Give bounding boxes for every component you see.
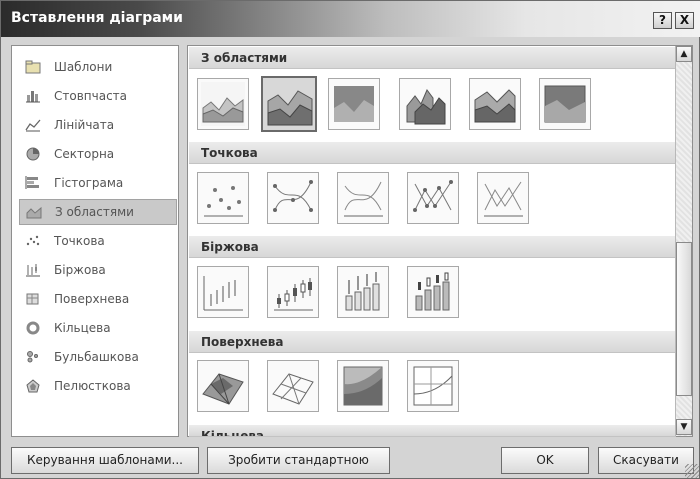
wireframe-contour-thumb[interactable] xyxy=(407,360,459,412)
manage-templates-button[interactable]: Керування шаблонами... xyxy=(11,447,199,474)
bubble-chart-icon xyxy=(24,349,42,365)
close-button[interactable]: X xyxy=(675,12,694,29)
pie-chart-icon xyxy=(24,146,42,162)
category-line[interactable]: Лінійчата xyxy=(19,112,177,138)
section-header-doughnut: Кільцева xyxy=(189,425,676,437)
category-label: Шаблони xyxy=(54,60,113,74)
percent-area-chart-thumb[interactable] xyxy=(328,78,380,130)
section-header-scatter: Точкова xyxy=(189,142,676,164)
stock-volume-ohlc-thumb[interactable] xyxy=(407,266,459,318)
area-chart-thumb[interactable] xyxy=(197,78,249,130)
3d-stacked-area-chart-thumb[interactable] xyxy=(469,78,521,130)
category-label: Пелюсткова xyxy=(54,379,131,393)
section-header-stock: Біржова xyxy=(189,236,676,258)
category-label: Секторна xyxy=(54,147,115,161)
doughnut-chart-icon xyxy=(24,320,42,336)
category-area[interactable]: З областями xyxy=(19,199,177,225)
category-templates[interactable]: Шаблони xyxy=(19,54,177,80)
category-label: З областями xyxy=(55,205,134,219)
folder-icon xyxy=(24,59,42,75)
column-chart-icon xyxy=(24,88,42,104)
3d-area-chart-thumb[interactable] xyxy=(399,78,451,130)
arrow-down-icon[interactable]: ▼ xyxy=(676,419,692,435)
title-bar: Вставлення діаграми ? X xyxy=(1,1,700,37)
section-header-area: З областями xyxy=(189,47,676,69)
set-as-default-button[interactable]: Зробити стандартною xyxy=(207,447,390,474)
area-chart-icon xyxy=(25,204,43,220)
surface-chart-icon xyxy=(24,291,42,307)
category-label: Кільцева xyxy=(54,321,111,335)
section-header-surface: Поверхнева xyxy=(189,331,676,353)
window-title: Вставлення діаграми xyxy=(11,10,183,26)
3d-percent-area-chart-thumb[interactable] xyxy=(539,78,591,130)
category-pie[interactable]: Секторна xyxy=(19,141,177,167)
category-label: Гістограма xyxy=(54,176,124,190)
category-label: Стовпчаста xyxy=(54,89,128,103)
category-doughnut[interactable]: Кільцева xyxy=(19,315,177,341)
category-label: Точкова xyxy=(54,234,105,248)
scatter-smooth-markers-thumb[interactable] xyxy=(267,172,319,224)
stock-volume-hlc-thumb[interactable] xyxy=(337,266,389,318)
stacked-area-chart-thumb[interactable] xyxy=(261,76,317,132)
line-chart-icon xyxy=(24,117,42,133)
ok-button[interactable]: OK xyxy=(501,447,589,474)
radar-chart-icon xyxy=(24,378,42,394)
help-button[interactable]: ? xyxy=(653,12,672,29)
bar-chart-icon xyxy=(24,175,42,191)
chart-gallery: З областями Точкова Біржова Поверхнева К… xyxy=(187,45,693,437)
contour-thumb[interactable] xyxy=(337,360,389,412)
category-label: Лінійчата xyxy=(54,118,115,132)
category-label: Бульбашкова xyxy=(54,350,139,364)
scrollbar-thumb[interactable] xyxy=(676,242,692,396)
category-scatter[interactable]: Точкова xyxy=(19,228,177,254)
category-bubble[interactable]: Бульбашкова xyxy=(19,344,177,370)
category-surface[interactable]: Поверхнева xyxy=(19,286,177,312)
insert-chart-dialog: Вставлення діаграми ? X Шаблони Стовпчас… xyxy=(0,0,700,479)
category-radar[interactable]: Пелюсткова xyxy=(19,373,177,399)
scatter-straight-thumb[interactable] xyxy=(477,172,529,224)
stock-ohlc-thumb[interactable] xyxy=(267,266,319,318)
scatter-smooth-thumb[interactable] xyxy=(337,172,389,224)
category-bar[interactable]: Гістограма xyxy=(19,170,177,196)
wireframe-3d-surface-thumb[interactable] xyxy=(267,360,319,412)
3d-surface-thumb[interactable] xyxy=(197,360,249,412)
category-label: Біржова xyxy=(54,263,106,277)
resize-grip-icon[interactable] xyxy=(685,464,699,478)
gallery-scrollbar[interactable]: ▲ ▼ xyxy=(675,46,692,436)
scatter-markers-thumb[interactable] xyxy=(197,172,249,224)
category-column[interactable]: Стовпчаста xyxy=(19,83,177,109)
arrow-up-icon[interactable]: ▲ xyxy=(676,46,692,62)
stock-hlc-thumb[interactable] xyxy=(197,266,249,318)
stock-chart-icon xyxy=(24,262,42,278)
cancel-button[interactable]: Скасувати xyxy=(598,447,694,474)
chart-category-list: Шаблони Стовпчаста Лінійчата Секторна Гі… xyxy=(11,45,179,437)
scatter-chart-icon xyxy=(24,233,42,249)
category-label: Поверхнева xyxy=(54,292,130,306)
scatter-straight-markers-thumb[interactable] xyxy=(407,172,459,224)
category-stock[interactable]: Біржова xyxy=(19,257,177,283)
